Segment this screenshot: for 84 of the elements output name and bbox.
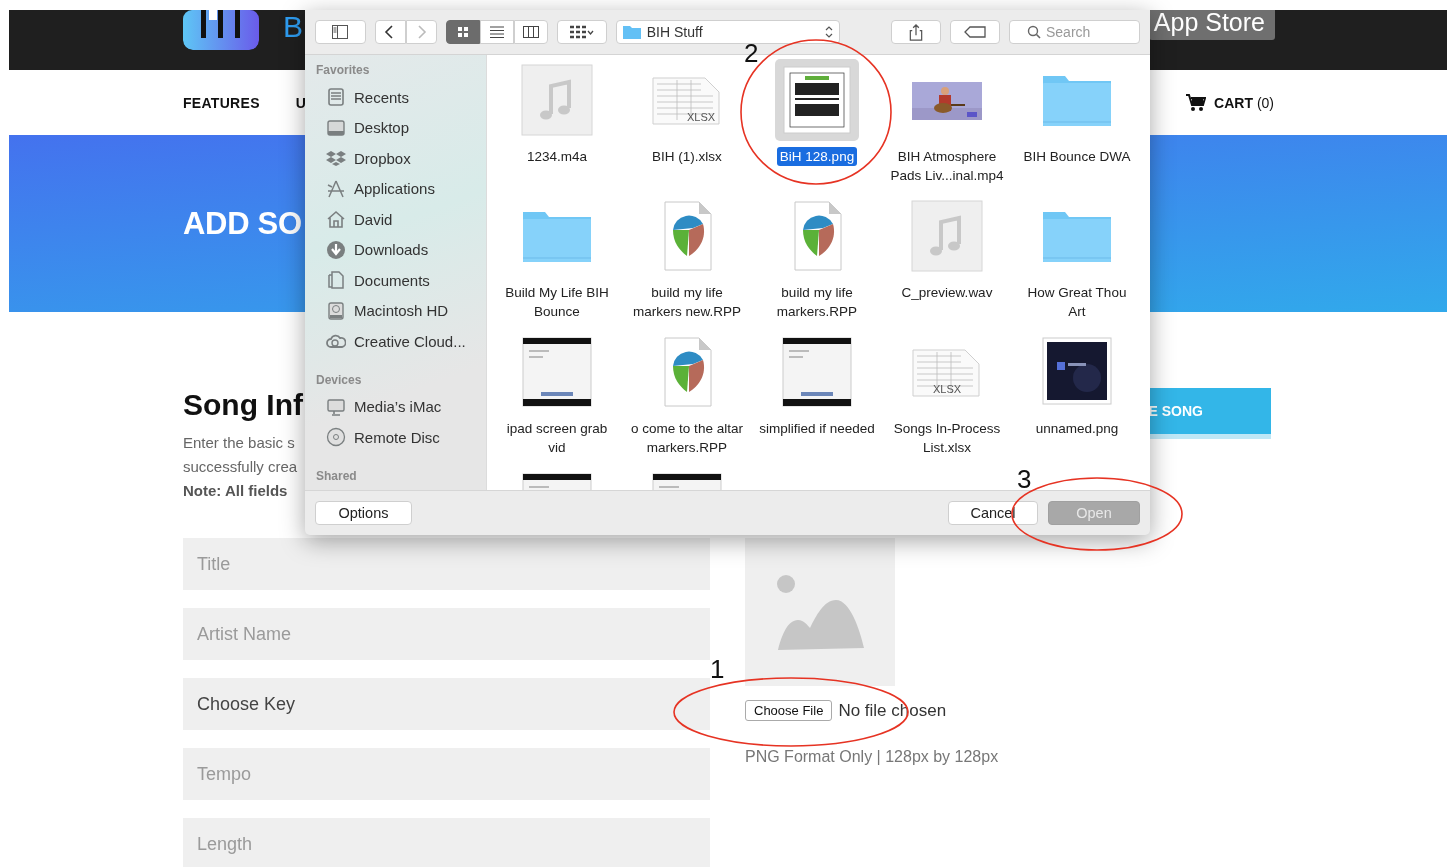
share-icon [908,23,925,41]
file-name[interactable]: Songs In-Process List.xlsx [889,419,1005,457]
page-title: ADD SO [183,205,302,242]
app-store-badge[interactable]: App Store [1148,10,1275,40]
key-select[interactable]: Choose Key [183,678,710,730]
location-dropdown[interactable]: BIH Stuff [615,20,841,44]
file-name[interactable]: ipad screen grab vid [499,419,615,457]
section-heading: Song Inf [183,388,303,421]
sidebar-item[interactable]: Remote Disc [316,422,486,453]
nav-link[interactable]: U [295,94,307,111]
back-button[interactable] [374,20,406,44]
share-button[interactable] [891,20,942,44]
sidebar-item[interactable]: Desktop [316,112,486,143]
input-field[interactable]: Artist Name [183,608,710,660]
view-mode-button[interactable] [445,20,480,44]
file-name[interactable]: BIH Bounce DWA [1019,147,1135,166]
monitor-icon [326,117,346,138]
monitor-icon [326,396,346,417]
input-field[interactable]: Tempo [183,748,710,800]
list-view-icon [488,25,505,39]
file-name[interactable]: build my life markers new.RPP [629,283,745,321]
sidebar-item[interactable]: Media’s iMac [316,391,486,422]
sidebar-item[interactable]: Creative Cloud... [316,326,486,357]
nav-link[interactable]: FEATURES [183,94,260,111]
file-name[interactable]: How Great Thou Art [1019,283,1135,321]
spreadsheet-icon [912,349,980,397]
file-name[interactable]: 1234.m4a [499,147,615,166]
sidebar-item[interactable]: Documents [316,265,486,296]
folder-icon [622,25,641,39]
download-icon [326,239,346,260]
file-name[interactable]: build my life markers.RPP [759,283,875,321]
format-hint: PNG Format Only | 128px by 128px [745,748,999,766]
boxes-icon [326,148,346,169]
tag-icon [964,25,987,39]
document-icon [326,270,346,291]
spreadsheet-icon [652,77,720,125]
file-name[interactable]: Build My Life BIH Bounce [499,283,615,321]
sidebar-icon [332,25,349,39]
sidebar-section-heading: Shared [316,468,358,483]
logo-icon[interactable] [183,10,259,50]
apps-icon [326,178,346,199]
sidebar-section-heading: Favorites [316,63,371,77]
arrange-button[interactable] [556,20,607,44]
sidebar-item[interactable]: Applications [316,173,486,204]
file-type-label: XLSX [932,383,962,395]
file-name[interactable]: BIH Atmosphere Pads Liv...inal.mp4 [889,147,1005,185]
file-name[interactable]: BIH (1).xlsx [629,147,745,166]
cart-icon [1186,93,1207,112]
sidebar-toggle-button[interactable] [315,20,366,44]
house-icon [326,209,346,230]
options-button[interactable]: Options [315,501,412,525]
annotation-number: 3 [1017,464,1032,494]
selection-highlight[interactable] [775,59,859,141]
input-field[interactable]: Length [183,818,710,867]
file-name[interactable]: simplified if needed [759,419,875,438]
file-type-label: XLSX [686,111,716,123]
sidebar-section-heading: Devices [316,372,363,387]
music-file-icon [521,64,593,136]
input-field[interactable]: Title [183,538,710,590]
description-text: Enter the basic s [183,433,296,453]
updown-icon [825,26,834,38]
cart-link[interactable]: CART (0) [1186,93,1274,112]
sidebar-item[interactable]: Dropbox [316,143,486,174]
disc-icon [326,427,346,448]
site-name[interactable]: B [283,12,303,42]
search-icon [1027,25,1041,39]
note-text: Note: All fields [183,481,289,501]
choose-file-button[interactable]: Choose File [745,700,833,721]
file-name[interactable]: o come to the altar markers.RPP [629,419,745,457]
sidebar-item[interactable]: Recents [316,82,486,113]
annotation-number: 1 [710,654,725,684]
description-text: successfully crea [183,457,299,477]
grid-icon [569,25,594,39]
sidebar-item[interactable]: Macintosh HD [316,295,486,326]
sidebar-item[interactable]: David [316,204,486,235]
tag-button[interactable] [950,20,1000,44]
file-name[interactable]: BiH 128.png [776,147,858,166]
search-field[interactable]: Search [1009,20,1140,44]
mountain-icon [774,572,866,652]
sidebar-item[interactable]: Downloads [316,234,486,265]
column-view-icon [522,25,539,39]
tray-icon [326,87,346,108]
file-name[interactable]: C_preview.wav [889,283,1005,302]
music-file-icon [911,200,983,272]
